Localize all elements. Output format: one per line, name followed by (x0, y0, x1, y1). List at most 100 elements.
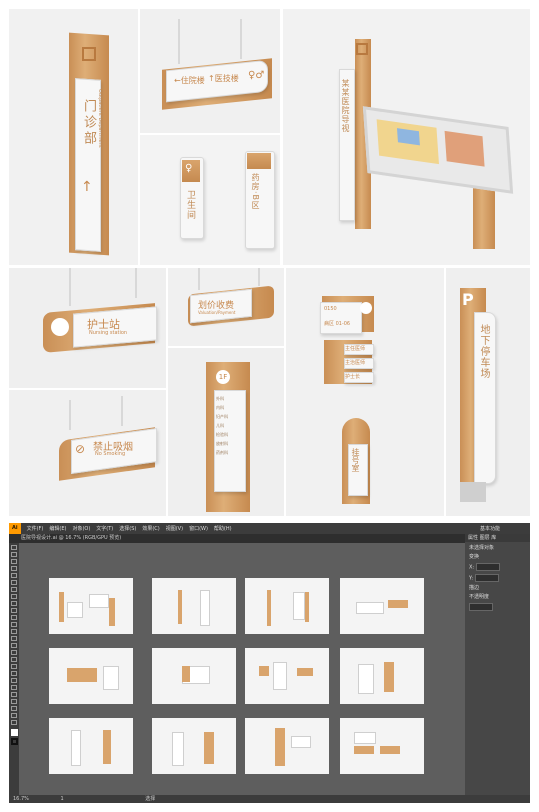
ceiling-rod-left (178, 19, 180, 64)
outpatient-title: 门诊部 (81, 99, 96, 147)
menu-type[interactable]: 文字(T) (96, 525, 113, 532)
eyedropper-tool-icon[interactable] (11, 671, 17, 676)
paintbrush-tool-icon[interactable] (11, 594, 17, 599)
directory-row: 儿科 (216, 423, 224, 428)
hand-tool-icon[interactable] (11, 713, 17, 718)
gradient-tool-icon[interactable] (11, 664, 17, 669)
nurse-cap-icon (51, 318, 69, 336)
eraser-tool-icon[interactable] (11, 608, 17, 613)
canvas-area[interactable] (19, 543, 465, 795)
selection-tool-icon[interactable] (11, 545, 17, 550)
perspective-tool-icon[interactable] (11, 650, 17, 655)
menu-view[interactable]: 视图(V) (166, 525, 183, 532)
x-row: X: (465, 560, 530, 571)
panel-section-title: 未选择对象 (469, 545, 495, 551)
panel-tab-properties[interactable]: 属性 (468, 535, 478, 541)
directory-row: 检验科 (216, 432, 228, 437)
panel-tab-bar: 属性 图层 库 (465, 534, 530, 542)
mesh-tool-icon[interactable] (11, 657, 17, 662)
width-tool-icon[interactable] (11, 629, 17, 634)
fill-swatch-icon[interactable] (10, 729, 18, 736)
artboard[interactable] (245, 578, 329, 634)
rectangle-tool-icon[interactable] (11, 587, 17, 592)
document-tab-bar: 医院导视设计.ai @ 16.7% (RGB/GPU 预览) (9, 534, 465, 543)
menu-file[interactable]: 文件(F) (27, 525, 44, 532)
menu-object[interactable]: 对象(O) (72, 525, 90, 532)
smoking-rod-1 (69, 400, 71, 430)
zoom-tool-icon[interactable] (11, 720, 17, 725)
opacity-field[interactable] (469, 603, 493, 611)
restroom-icon: ♀♂ (248, 70, 265, 81)
menu-help[interactable]: 帮助(H) (214, 525, 232, 532)
artboard[interactable] (152, 718, 236, 774)
x-field[interactable] (475, 563, 500, 571)
document-tab[interactable]: 医院导视设计.ai @ 16.7% (RGB/GPU 预览) (21, 535, 121, 541)
reception-label: 挂号室 (351, 448, 360, 472)
illustrator-window: Ai 文件(F) 编辑(E) 对象(O) 文字(T) 选择(S) 效果(C) 视… (9, 523, 530, 803)
pricing-subtitle: Valuation/Payment (198, 310, 236, 315)
type-tool-icon[interactable] (11, 573, 17, 578)
stroke-label: 描边 (469, 585, 480, 591)
menu-bar: Ai 文件(F) 编辑(E) 对象(O) 文字(T) 选择(S) 效果(C) 视… (9, 523, 530, 534)
blend-tool-icon[interactable] (11, 678, 17, 683)
artboard[interactable] (245, 648, 329, 704)
panel-tab-libraries[interactable]: 库 (491, 535, 496, 541)
kiosk-vertical-text: 某某医院导视 (341, 79, 350, 133)
ceiling-rod-right (240, 19, 242, 59)
line-tool-icon[interactable] (11, 580, 17, 585)
hanging-mid-label: ↑医技楼 (208, 74, 239, 83)
directory-row: 外科 (216, 396, 224, 401)
menu-window[interactable]: 窗口(W) (189, 525, 208, 532)
zoom-level[interactable]: 16.7% (13, 796, 29, 802)
menu-select[interactable]: 选择(S) (119, 525, 136, 532)
no-smoking-icon: ⊘ (75, 442, 86, 456)
status-tool: 选择 (145, 796, 156, 802)
render-floor-directory: 1F 外科 内科 妇产科 儿科 检验科 放射科 药剂科 (168, 348, 284, 516)
transform-label: 变换 (469, 554, 480, 560)
render-parking-totem: P 地下停车场 (446, 268, 530, 516)
panel-tab-layers[interactable]: 图层 (480, 535, 490, 541)
workspace-switcher[interactable]: 基本功能 (480, 525, 500, 532)
free-transform-tool-icon[interactable] (11, 636, 17, 641)
magic-wand-tool-icon[interactable] (11, 559, 17, 564)
slice-tool-icon[interactable] (11, 706, 17, 711)
artboard[interactable] (152, 578, 236, 634)
app-logo: Ai (9, 523, 21, 534)
artboard[interactable] (49, 578, 133, 634)
render-pricing-sign: 划价收费 Valuation/Payment (168, 268, 284, 346)
artboard[interactable] (340, 578, 424, 634)
render-hanging-sign: ←住院楼 ↑医技楼 ♀♂ (140, 9, 280, 133)
render-nurse-station: 护士站 Nursing station (9, 268, 166, 388)
artboard[interactable] (152, 648, 236, 704)
pharmacy-label: 药房·B区 (251, 173, 260, 211)
menu-edit[interactable]: 编辑(E) (49, 525, 66, 532)
symbol-sprayer-tool-icon[interactable] (11, 685, 17, 690)
rotate-tool-icon[interactable] (11, 615, 17, 620)
directory-list: 外科 内科 妇产科 儿科 检验科 放射科 药剂科 (216, 394, 242, 457)
scale-tool-icon[interactable] (11, 622, 17, 627)
artboard-tool-icon[interactable] (11, 699, 17, 704)
nurse-subtitle: Nursing station (89, 330, 128, 336)
graph-tool-icon[interactable] (11, 692, 17, 697)
y-field[interactable] (474, 574, 499, 582)
room-range: 病区 01-06 (324, 321, 351, 327)
opacity-label: 不透明度 (469, 594, 490, 600)
outpatient-subtitle: Outpatient Department (97, 89, 103, 148)
doctor-plate-1: 主任医师 (344, 344, 374, 355)
kiosk-screen (362, 106, 514, 194)
artboard[interactable] (245, 718, 329, 774)
pen-tool-icon[interactable] (11, 566, 17, 571)
artboard[interactable] (49, 718, 133, 774)
parking-title: 地下停车场 (478, 324, 489, 379)
pencil-tool-icon[interactable] (11, 601, 17, 606)
artboard[interactable] (340, 718, 424, 774)
menu-effect[interactable]: 效果(C) (142, 525, 159, 532)
shape-builder-tool-icon[interactable] (11, 643, 17, 648)
artboard[interactable] (49, 648, 133, 704)
y-row: Y: (465, 571, 530, 582)
stroke-swatch-icon[interactable] (10, 738, 18, 745)
artboard[interactable] (340, 648, 424, 704)
direct-select-tool-icon[interactable] (11, 552, 17, 557)
page-number[interactable]: 1 (60, 796, 63, 802)
nurse-rod-2 (135, 268, 137, 298)
